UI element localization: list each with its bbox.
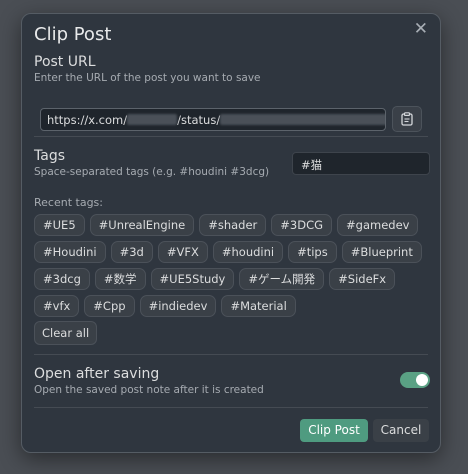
cancel-button[interactable]: Cancel [373,419,429,442]
recent-tag-chip[interactable]: #Material [221,295,296,317]
recent-tag-chip[interactable]: #数学 [94,268,146,290]
tags-description: Space-separated tags (e.g. #houdini #3dc… [34,166,270,178]
divider [34,407,428,408]
recent-tag-chip[interactable]: #ゲーム開発 [239,268,325,290]
post-url-input[interactable]: https://x.com/ /status/ [40,108,386,131]
recent-tag-chip[interactable]: #Blueprint [341,241,422,263]
recent-tag-chip[interactable]: #gamedev [337,214,419,236]
recent-tag-chip[interactable]: #houdini [212,241,284,263]
recent-tag-chip[interactable]: #Cpp [84,295,135,317]
recent-tag-chip[interactable]: #UE5Study [150,268,235,290]
recent-tag-chip[interactable]: #UE5 [34,214,85,236]
url-middle: /status/ [177,113,221,127]
paste-button[interactable] [392,106,422,132]
post-url-description: Enter the URL of the post you want to sa… [34,72,261,84]
clear-all-button[interactable]: Clear all [34,321,98,345]
open-after-saving-description: Open the saved post note after it is cre… [34,384,264,396]
recent-tag-chip[interactable]: #UnrealEngine [89,214,195,236]
dialog-title: Clip Post [34,24,112,45]
recent-tags-list: #UE5 #UnrealEngine #shader #3DCG #gamede… [34,214,430,317]
clip-post-dialog: ✕ Clip Post Post URL Enter the URL of th… [21,13,441,453]
close-icon[interactable]: ✕ [414,19,428,39]
post-url-heading: Post URL [34,54,96,70]
recent-tag-chip[interactable]: #shader [199,214,267,236]
tags-input[interactable]: #猫 [292,152,430,175]
url-prefix: https://x.com/ [47,113,128,127]
divider [34,354,428,355]
redacted-status-id [220,114,385,125]
clipboard-icon [401,112,413,126]
redacted-username [127,114,178,125]
recent-tag-chip[interactable]: #3DCG [271,214,333,236]
recent-tag-chip[interactable]: #Houdini [34,241,106,263]
open-after-saving-heading: Open after saving [34,366,160,382]
recent-tag-chip[interactable]: #VFX [157,241,208,263]
clip-post-button[interactable]: Clip Post [300,419,368,442]
recent-tag-chip[interactable]: #tips [288,241,337,263]
recent-tag-chip[interactable]: #3d [110,241,153,263]
recent-tag-chip[interactable]: #3dcg [34,268,90,290]
recent-tag-chip[interactable]: #SideFx [329,268,396,290]
recent-tag-chip[interactable]: #vfx [34,295,80,317]
tags-heading: Tags [34,148,65,164]
recent-tags-label: Recent tags: [34,196,103,209]
divider [34,136,428,137]
toggle-knob [416,374,428,386]
open-after-saving-toggle[interactable] [400,372,430,388]
recent-tag-chip[interactable]: #indiedev [139,295,217,317]
